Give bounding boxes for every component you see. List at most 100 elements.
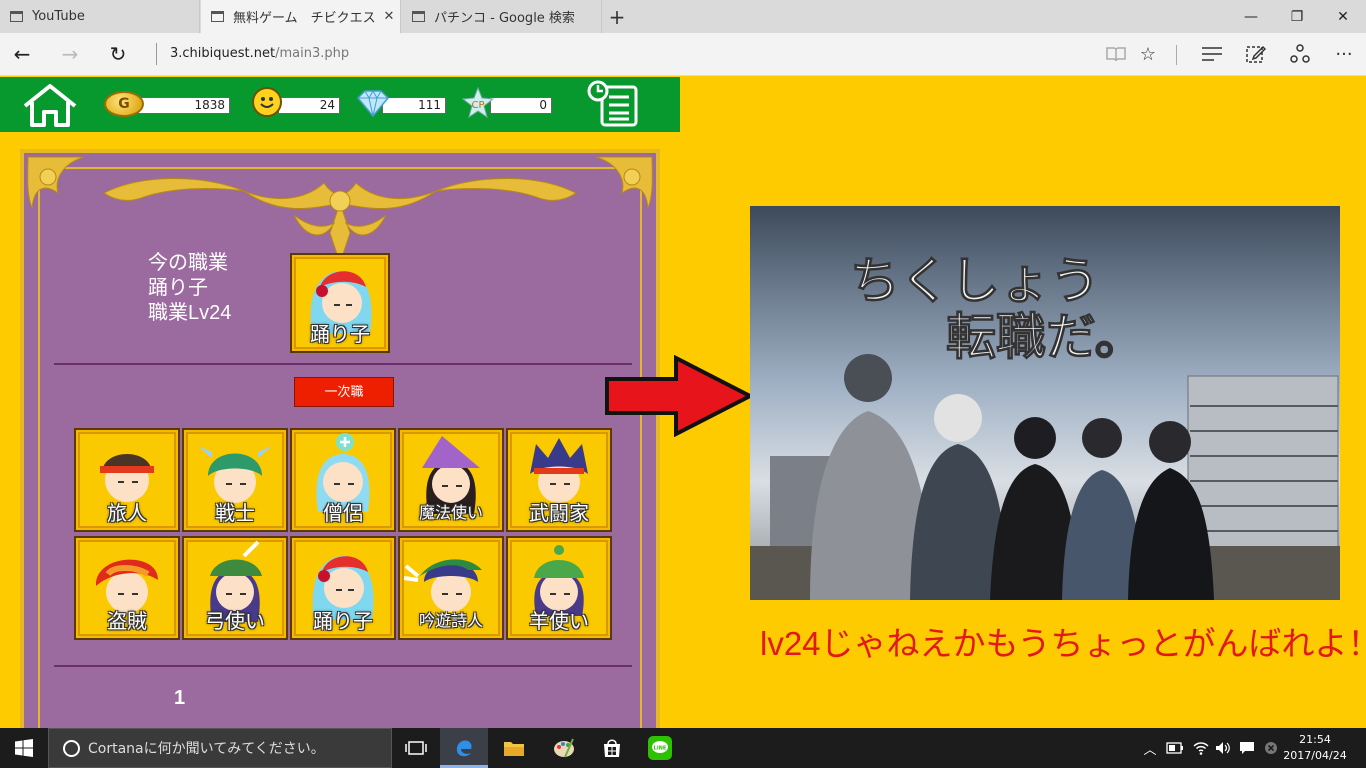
close-circle-icon[interactable] — [1260, 728, 1282, 768]
close-window-button[interactable]: ✕ — [1320, 0, 1366, 33]
clock-time: 21:54 — [1299, 733, 1331, 746]
file-explorer-icon[interactable] — [490, 728, 538, 768]
current-job-heading: 今の職業 — [148, 252, 228, 274]
group-photo-image: ちくしょう 転職だ。 — [750, 206, 1340, 600]
game-status-bar: 1838 G 24 111 0 CP — [0, 77, 680, 132]
job-label: 戦士 — [215, 503, 255, 525]
smile-stat: 24 — [252, 87, 340, 117]
job-card-warrior[interactable]: 戦士 — [182, 428, 288, 532]
cp-stat: 0 CP — [462, 87, 552, 119]
back-button[interactable]: ← — [4, 37, 40, 71]
current-job-name: 踊り子 — [148, 277, 208, 299]
job-card-bard[interactable]: 吟遊詩人 — [398, 536, 504, 640]
forward-button[interactable]: → — [52, 37, 88, 71]
windows-logo-icon — [15, 739, 33, 757]
tab-bar: YouTube 無料ゲーム チビクエスト３ ✕ パチンコ - Google 検索… — [0, 0, 1366, 33]
job-card-dancer[interactable]: 踊り子 — [290, 536, 396, 640]
gold-coin-icon: G — [104, 91, 144, 117]
job-card-martial-artist[interactable]: 武闘家 — [506, 428, 612, 532]
task-view-icon[interactable] — [392, 728, 440, 768]
job-change-panel: 今の職業 踊り子 職業Lv24 踊り子 一次職 旅人 戦士 僧侶 魔法使い 武闘… — [20, 149, 660, 728]
gold-value: 1838 — [138, 97, 230, 114]
diamond-icon — [356, 89, 390, 117]
gem-stat: 111 — [356, 89, 446, 117]
meme-caption: lv24じゃねえかもうちょっとがんばれよ！ — [760, 625, 1366, 662]
minimize-button[interactable]: — — [1228, 0, 1274, 33]
menu-log-icon[interactable] — [584, 79, 644, 129]
start-button[interactable] — [0, 728, 48, 768]
first-job-tier-button[interactable]: 一次職 — [294, 377, 394, 407]
more-icon[interactable]: ··· — [1326, 37, 1362, 71]
job-card-priest[interactable]: 僧侶 — [290, 428, 396, 532]
meme-photo: ちくしょう 転職だ。 — [750, 206, 1340, 600]
tab-google-search[interactable]: パチンコ - Google 検索 — [402, 0, 602, 33]
current-job-level: 職業Lv24 — [148, 302, 232, 324]
cp-label: CP — [471, 100, 484, 111]
reading-view-icon[interactable] — [1098, 37, 1134, 71]
line-app-icon[interactable]: LINE — [636, 728, 684, 768]
system-clock[interactable]: 21:54 2017/04/24 — [1282, 732, 1348, 764]
job-label: 吟遊詩人 — [418, 613, 483, 630]
windows-taskbar: Cortanaに何か聞いてみてください。 LINE ︿ 21:54 2017/0… — [0, 728, 1366, 768]
photo-text-line2: 転職だ。 — [946, 308, 1145, 366]
current-job-card: 踊り子 — [290, 253, 390, 353]
tab-chibiquest[interactable]: 無料ゲーム チビクエスト３ ✕ — [201, 0, 401, 33]
red-arrow-icon — [605, 355, 754, 437]
url-field[interactable]: 3.chibiquest.net/main3.php — [170, 46, 349, 61]
divider — [54, 363, 632, 365]
job-card-archer[interactable]: 弓使い — [182, 536, 288, 640]
page-number[interactable]: 1 — [174, 687, 185, 710]
job-label: 僧侶 — [323, 503, 363, 525]
divider — [1176, 45, 1177, 65]
store-icon[interactable] — [588, 728, 636, 768]
address-bar: ← → ↻ 3.chibiquest.net/main3.php ☆ ··· — [0, 33, 1366, 76]
cp-star-icon: CP — [462, 87, 494, 119]
url-domain: 3.chibiquest.net — [170, 46, 276, 61]
refresh-button[interactable]: ↻ — [100, 37, 136, 71]
job-label: 盗賊 — [107, 611, 147, 633]
share-icon[interactable] — [1282, 37, 1318, 71]
edge-icon[interactable] — [440, 728, 488, 768]
divider — [54, 665, 632, 667]
action-center-icon[interactable] — [1236, 728, 1258, 768]
url-path: /main3.php — [275, 46, 350, 61]
volume-icon[interactable] — [1212, 728, 1234, 768]
job-label: 旅人 — [107, 503, 147, 525]
close-tab-icon[interactable]: ✕ — [378, 9, 400, 24]
job-label: 羊使い — [529, 611, 589, 633]
job-card-thief[interactable]: 盗賊 — [74, 536, 180, 640]
tab-label: 無料ゲーム チビクエスト３ — [233, 11, 378, 26]
cp-value: 0 — [490, 97, 552, 114]
restore-button[interactable]: ❐ — [1274, 0, 1320, 33]
page-icon — [412, 11, 425, 22]
gold-stat: 1838 G — [104, 91, 230, 117]
current-job-info: 今の職業 踊り子 職業Lv24 — [148, 251, 231, 326]
job-label: 魔法使い — [418, 505, 483, 522]
cortana-icon — [63, 739, 80, 757]
gem-value: 111 — [382, 97, 446, 114]
tab-youtube[interactable]: YouTube — [0, 0, 200, 33]
cortana-search-box[interactable]: Cortanaに何か聞いてみてください。 — [48, 728, 392, 768]
new-tab-button[interactable]: + — [604, 0, 630, 33]
battery-icon[interactable] — [1164, 728, 1186, 768]
show-hidden-icons-icon[interactable]: ︿ — [1140, 728, 1160, 768]
tab-label: パチンコ - Google 検索 — [434, 11, 575, 26]
smiley-face-icon — [252, 87, 282, 117]
paint-icon[interactable] — [540, 728, 588, 768]
divider — [156, 43, 157, 65]
job-card-shepherd[interactable]: 羊使い — [506, 536, 612, 640]
job-card-mage[interactable]: 魔法使い — [398, 428, 504, 532]
cortana-placeholder: Cortanaに何か聞いてみてください。 — [88, 741, 325, 757]
tab-label: YouTube — [32, 9, 85, 24]
web-page: 1838 G 24 111 0 CP 今の職業 踊り子 職業Lv24 踊り子 一… — [0, 77, 1366, 728]
home-icon[interactable] — [20, 82, 80, 128]
job-card-traveler[interactable]: 旅人 — [74, 428, 180, 532]
page-icon — [10, 11, 23, 22]
hub-icon[interactable] — [1194, 37, 1230, 71]
wifi-icon[interactable] — [1190, 728, 1212, 768]
web-note-icon[interactable] — [1238, 37, 1274, 71]
smile-value: 24 — [278, 97, 340, 114]
job-label: 弓使い — [205, 611, 265, 633]
favorite-star-icon[interactable]: ☆ — [1130, 37, 1166, 71]
clock-date: 2017/04/24 — [1283, 749, 1347, 762]
